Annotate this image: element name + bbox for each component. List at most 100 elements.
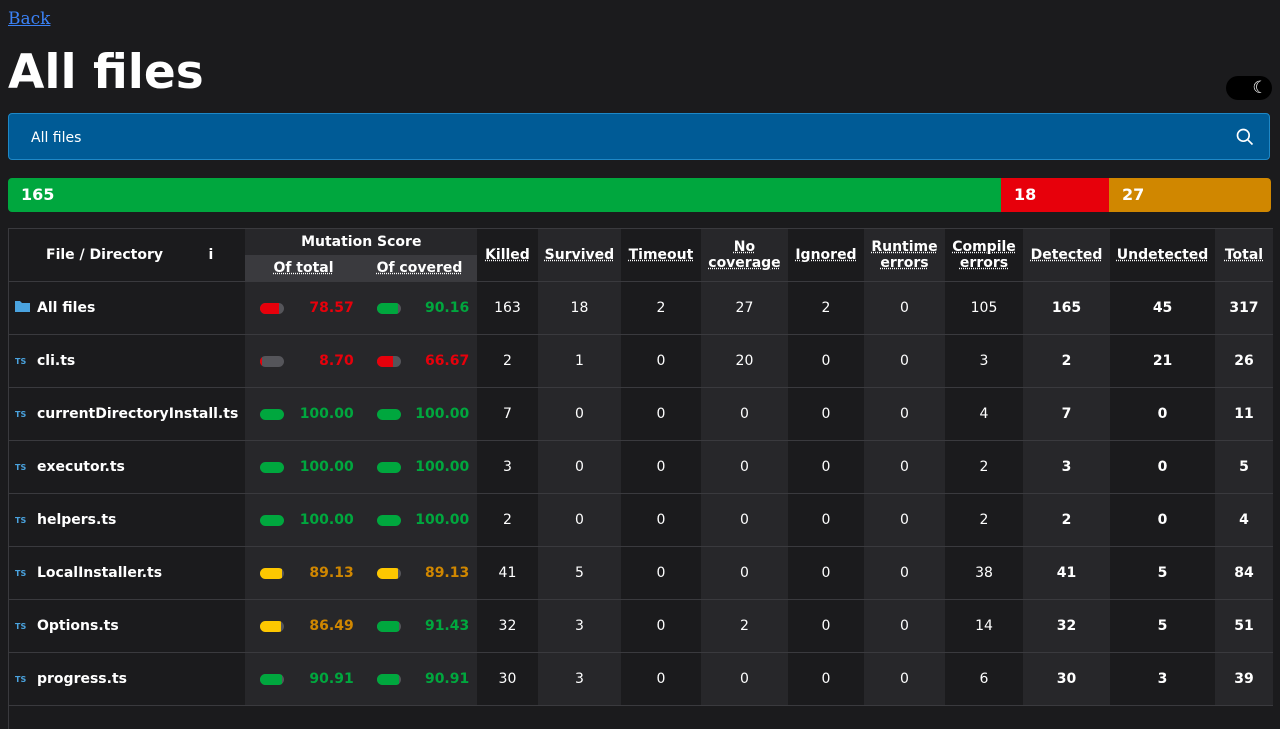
- score-bar-fill: [260, 302, 280, 314]
- total-cell: 26: [1214, 334, 1273, 388]
- killed-cell: 163: [477, 281, 538, 335]
- search-icon[interactable]: [1235, 127, 1255, 147]
- killed-cell: 3: [477, 440, 538, 494]
- typescript-file-icon: TS: [15, 515, 27, 525]
- file-name-cell[interactable]: TS currentDirectoryInstall.ts: [9, 387, 246, 441]
- of-total-header[interactable]: Of total: [245, 255, 362, 282]
- of-total-score-wrap: 8.70: [245, 353, 361, 369]
- ignored-cell: 0: [788, 387, 864, 441]
- of-covered-score: 100.00: [361, 387, 478, 441]
- search-input[interactable]: [29, 114, 1213, 161]
- file-name-cell[interactable]: TS Options.ts: [9, 599, 246, 653]
- of-total-score: 86.49: [245, 599, 362, 653]
- of-covered-header[interactable]: Of covered: [361, 255, 478, 282]
- mutation-summary-bar: 165 18 27: [8, 178, 1271, 212]
- file-name-cell[interactable]: All files: [9, 281, 246, 335]
- score-bar-fill: [260, 355, 263, 367]
- table-row[interactable]: All files 78.57 90.16 163 18 2 27 2 0 105 165 45 317: [9, 281, 1273, 335]
- undetected-header[interactable]: Undetected: [1110, 229, 1215, 282]
- survived-segment: 18: [1001, 178, 1109, 212]
- killed-cell: 2: [477, 334, 538, 388]
- file-name-cell[interactable]: TS executor.ts: [9, 440, 246, 494]
- typescript-file-icon: TS: [15, 462, 27, 472]
- survived-header[interactable]: Survived: [537, 229, 622, 282]
- file-name-link[interactable]: currentDirectoryInstall.ts: [37, 406, 238, 422]
- compile-errors-header[interactable]: Compile errors: [945, 229, 1023, 282]
- of-total-score-value: 86.49: [309, 618, 354, 634]
- score-bar: [376, 355, 401, 367]
- table-row[interactable]: TS progress.ts 90.91 90.91 30 3 0 0 0 0 6 30 3 39: [9, 652, 1273, 706]
- score-bar: [376, 408, 401, 420]
- search-box: [8, 113, 1270, 161]
- table-row[interactable]: TS currentDirectoryInstall.ts 100.00 100.00…: [9, 387, 1273, 441]
- file-name-link[interactable]: Options.ts: [37, 618, 119, 634]
- table-row[interactable]: TS executor.ts 100.00 100.00 3 0 0 0 0 0 2 3 0 5: [9, 440, 1273, 494]
- timeout-header[interactable]: Timeout: [621, 229, 701, 282]
- table-row[interactable]: TS helpers.ts 100.00 100.00 2 0 0 0 0 0 2 2 0 4: [9, 493, 1273, 547]
- file-name-link[interactable]: executor.ts: [37, 459, 125, 475]
- of-total-score-value: 90.91: [309, 671, 354, 687]
- of-total-score-value: 100.00: [299, 512, 354, 528]
- theme-toggle[interactable]: ☾: [1226, 76, 1272, 100]
- detected-cell: 3: [1022, 440, 1111, 494]
- detected-cell: 32: [1022, 599, 1111, 653]
- total-cell: 84: [1214, 546, 1273, 600]
- detected-header[interactable]: Detected: [1022, 229, 1111, 282]
- of-covered-score-value: 100.00: [415, 406, 470, 422]
- score-bar: [260, 302, 285, 314]
- table-row[interactable]: TS cli.ts 8.70 66.67 2 1 0 20 0 0 3 2 21 26: [9, 334, 1273, 388]
- file-name-link[interactable]: LocalInstaller.ts: [37, 565, 162, 581]
- file-name-cell[interactable]: TS cli.ts: [9, 334, 246, 388]
- compile-cell: 38: [945, 546, 1023, 600]
- killed-cell: 32: [477, 599, 538, 653]
- runtime-cell: 0: [863, 334, 946, 388]
- score-bar-fill: [376, 408, 401, 420]
- file-name-cell[interactable]: TS helpers.ts: [9, 493, 246, 547]
- of-covered-score-value: 91.43: [424, 618, 470, 634]
- of-total-score: 89.13: [245, 546, 362, 600]
- file-name-cell[interactable]: TS LocalInstaller.ts: [9, 546, 246, 600]
- of-total-score-wrap: 100.00: [245, 406, 361, 422]
- killed-header[interactable]: Killed: [477, 229, 537, 282]
- back-link[interactable]: Back: [8, 9, 50, 29]
- of-covered-score-wrap: 90.16: [362, 300, 478, 316]
- of-covered-score-value: 100.00: [415, 459, 470, 475]
- score-bar: [376, 620, 401, 632]
- of-total-score: 8.70: [245, 334, 362, 388]
- of-covered-score-wrap: 100.00: [362, 406, 478, 422]
- table-row[interactable]: TS LocalInstaller.ts 89.13 89.13 41 5 0 0 0 0 38 41…: [9, 546, 1273, 600]
- no-coverage-cell: 20: [700, 334, 789, 388]
- file-name-link[interactable]: progress.ts: [37, 671, 127, 687]
- no-coverage-segment: 27: [1109, 178, 1271, 212]
- file-name-link[interactable]: helpers.ts: [37, 512, 116, 528]
- table-row[interactable]: TS Options.ts 86.49 91.43 32 3 0 2 0 0 14 32 5 51: [9, 599, 1273, 653]
- of-total-score-wrap: 86.49: [245, 618, 361, 634]
- score-bar-fill: [260, 567, 282, 579]
- survived-cell: 18: [537, 281, 622, 335]
- compile-cell: 4: [945, 387, 1023, 441]
- file-name-link[interactable]: All files: [37, 300, 95, 316]
- score-bar: [376, 673, 401, 685]
- no-coverage-cell: 2: [700, 599, 789, 653]
- ignored-header[interactable]: Ignored: [788, 229, 864, 282]
- detected-cell: 41: [1022, 546, 1111, 600]
- no-coverage-header[interactable]: No coverage: [700, 229, 789, 282]
- timeout-cell: 0: [621, 440, 701, 494]
- killed-cell: 30: [477, 652, 538, 706]
- of-total-score-value: 89.13: [309, 565, 354, 581]
- score-bar: [260, 620, 285, 632]
- mutation-score-header: Mutation Score: [245, 229, 478, 255]
- info-icon[interactable]: i: [208, 247, 213, 263]
- runtime-errors-header[interactable]: Runtime errors: [863, 229, 946, 282]
- file-header-label: File / Directory: [46, 247, 163, 263]
- compile-cell: 2: [945, 493, 1023, 547]
- total-header[interactable]: Total: [1214, 229, 1273, 282]
- score-bar: [376, 567, 401, 579]
- of-total-score-wrap: 100.00: [245, 512, 361, 528]
- file-name-cell[interactable]: TS progress.ts: [9, 652, 246, 706]
- file-name-link[interactable]: cli.ts: [37, 353, 75, 369]
- score-bar-fill: [260, 620, 282, 632]
- metrics-table: File / Directory i Mutation Score Killed…: [9, 229, 1273, 706]
- timeout-cell: 0: [621, 493, 701, 547]
- of-covered-score-value: 90.16: [424, 300, 470, 316]
